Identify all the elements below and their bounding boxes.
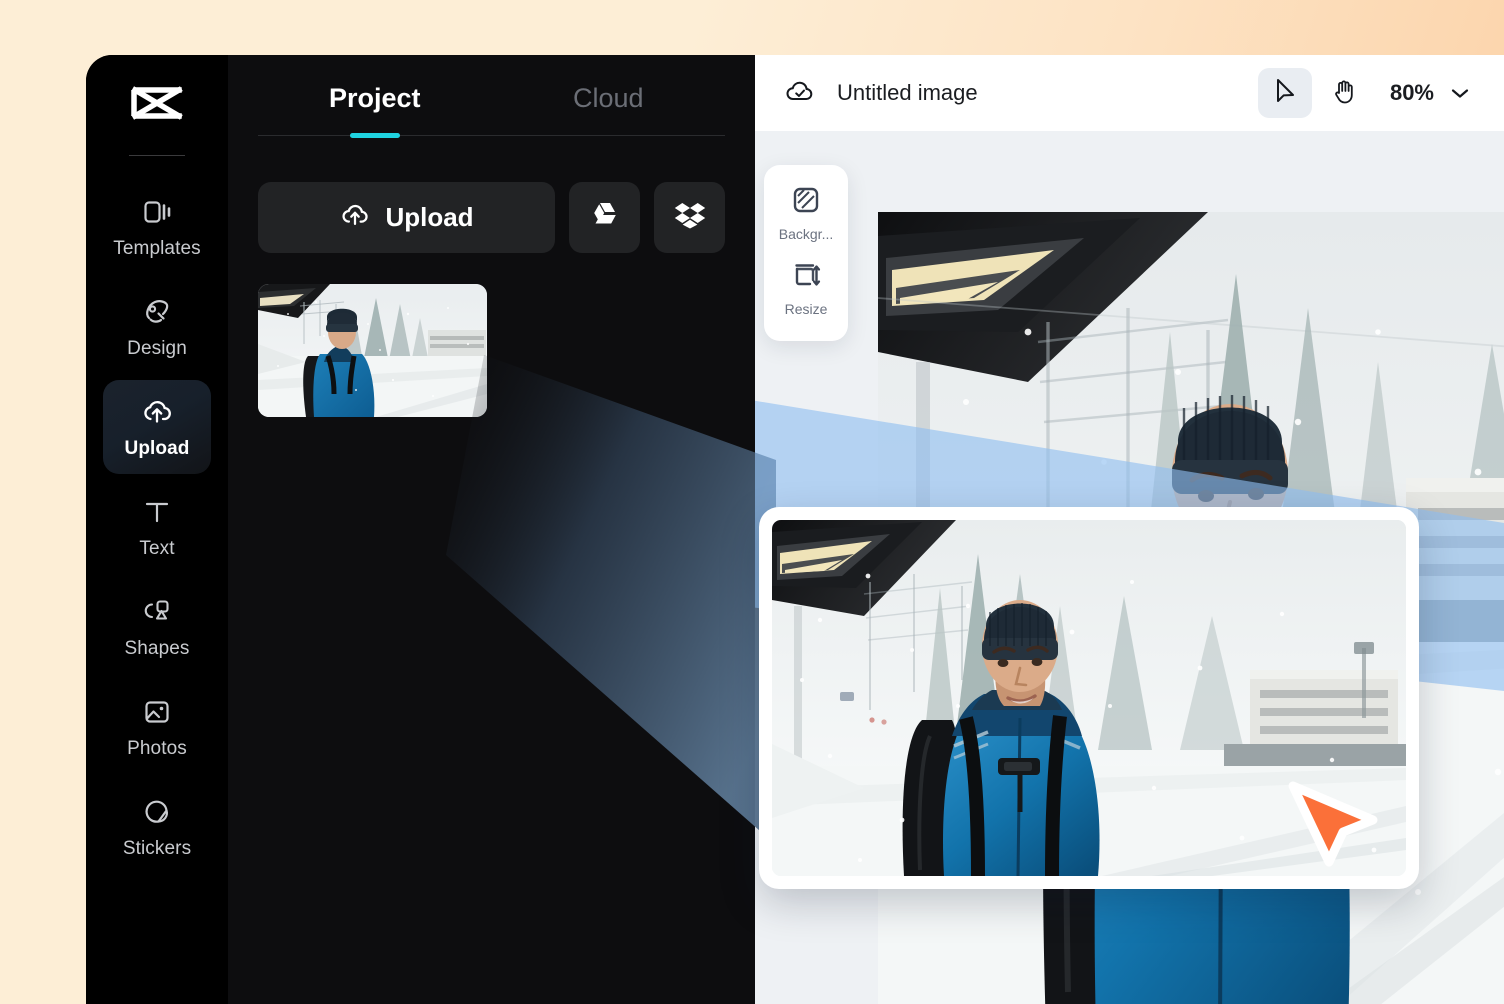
upload-actions-row: Upload bbox=[258, 182, 725, 253]
text-icon bbox=[140, 495, 174, 529]
sidebar-item-stickers[interactable]: Stickers bbox=[103, 780, 211, 874]
background-tool-label: Backgr... bbox=[778, 226, 834, 242]
dropbox-button[interactable] bbox=[654, 182, 725, 253]
upload-button-label: Upload bbox=[385, 202, 474, 232]
photos-icon bbox=[140, 695, 174, 729]
hand-icon bbox=[1332, 77, 1358, 110]
sidebar-item-photos[interactable]: Photos bbox=[103, 680, 211, 774]
panel-tab-bar: Project Cloud bbox=[258, 55, 726, 138]
floating-tool-panel: Backgr... Resize bbox=[764, 165, 848, 341]
asset-thumbnail-winter-traveler[interactable] bbox=[258, 284, 487, 417]
cloud-check-icon[interactable] bbox=[783, 77, 817, 110]
editor-header: Untitled image 80% bbox=[755, 55, 1504, 131]
sidebar-item-label: Text bbox=[139, 537, 175, 559]
capcut-logo-icon[interactable] bbox=[129, 77, 185, 133]
background-hatch-icon bbox=[791, 185, 821, 220]
sidebar-item-shapes[interactable]: Shapes bbox=[103, 580, 211, 674]
select-tool-button[interactable] bbox=[1257, 68, 1312, 118]
cursor-arrow-icon bbox=[1272, 77, 1298, 110]
drag-cursor bbox=[1281, 776, 1385, 877]
sidebar-item-label: Photos bbox=[127, 737, 187, 759]
rail-divider bbox=[129, 155, 185, 156]
document-title[interactable]: Untitled image bbox=[837, 80, 978, 106]
sidebar-item-label: Shapes bbox=[124, 637, 190, 659]
upload-button[interactable]: Upload bbox=[258, 182, 555, 253]
project-panel: Project Cloud Upload bbox=[228, 55, 755, 1004]
resize-tool-label: Resize bbox=[784, 301, 828, 317]
sidebar-item-label: Design bbox=[127, 337, 187, 359]
google-drive-button[interactable] bbox=[569, 182, 640, 253]
left-navigation-rail: Templates Design Upload Text Shapes Phot… bbox=[86, 55, 228, 1004]
dropbox-icon bbox=[674, 201, 706, 234]
shapes-icon bbox=[140, 595, 174, 629]
hand-tool-button[interactable] bbox=[1318, 68, 1372, 118]
sidebar-item-label: Templates bbox=[113, 237, 201, 259]
sidebar-item-label: Stickers bbox=[122, 837, 192, 859]
asset-grid bbox=[258, 284, 725, 417]
sidebar-item-design[interactable]: Design bbox=[103, 280, 211, 374]
tab-project[interactable]: Project bbox=[258, 83, 492, 136]
google-drive-icon bbox=[589, 201, 621, 235]
tab-active-indicator bbox=[350, 133, 400, 138]
stickers-icon bbox=[140, 795, 174, 829]
upload-cloud-icon bbox=[339, 200, 371, 235]
resize-icon bbox=[791, 260, 821, 295]
design-icon bbox=[140, 295, 174, 329]
editor-header-tools: 80% bbox=[1257, 68, 1480, 118]
background-tool[interactable]: Backgr... bbox=[764, 177, 848, 252]
sidebar-item-label: Upload bbox=[124, 437, 190, 459]
tab-rule bbox=[258, 135, 725, 136]
chevron-down-icon[interactable] bbox=[1440, 73, 1480, 113]
zoom-level[interactable]: 80% bbox=[1390, 80, 1434, 106]
sidebar-item-upload[interactable]: Upload bbox=[103, 380, 211, 474]
sidebar-item-templates[interactable]: Templates bbox=[103, 180, 211, 274]
sidebar-item-text[interactable]: Text bbox=[103, 480, 211, 574]
upload-cloud-icon bbox=[140, 395, 174, 429]
resize-tool[interactable]: Resize bbox=[764, 252, 848, 327]
tab-cloud[interactable]: Cloud bbox=[492, 83, 726, 136]
templates-icon bbox=[140, 195, 174, 229]
